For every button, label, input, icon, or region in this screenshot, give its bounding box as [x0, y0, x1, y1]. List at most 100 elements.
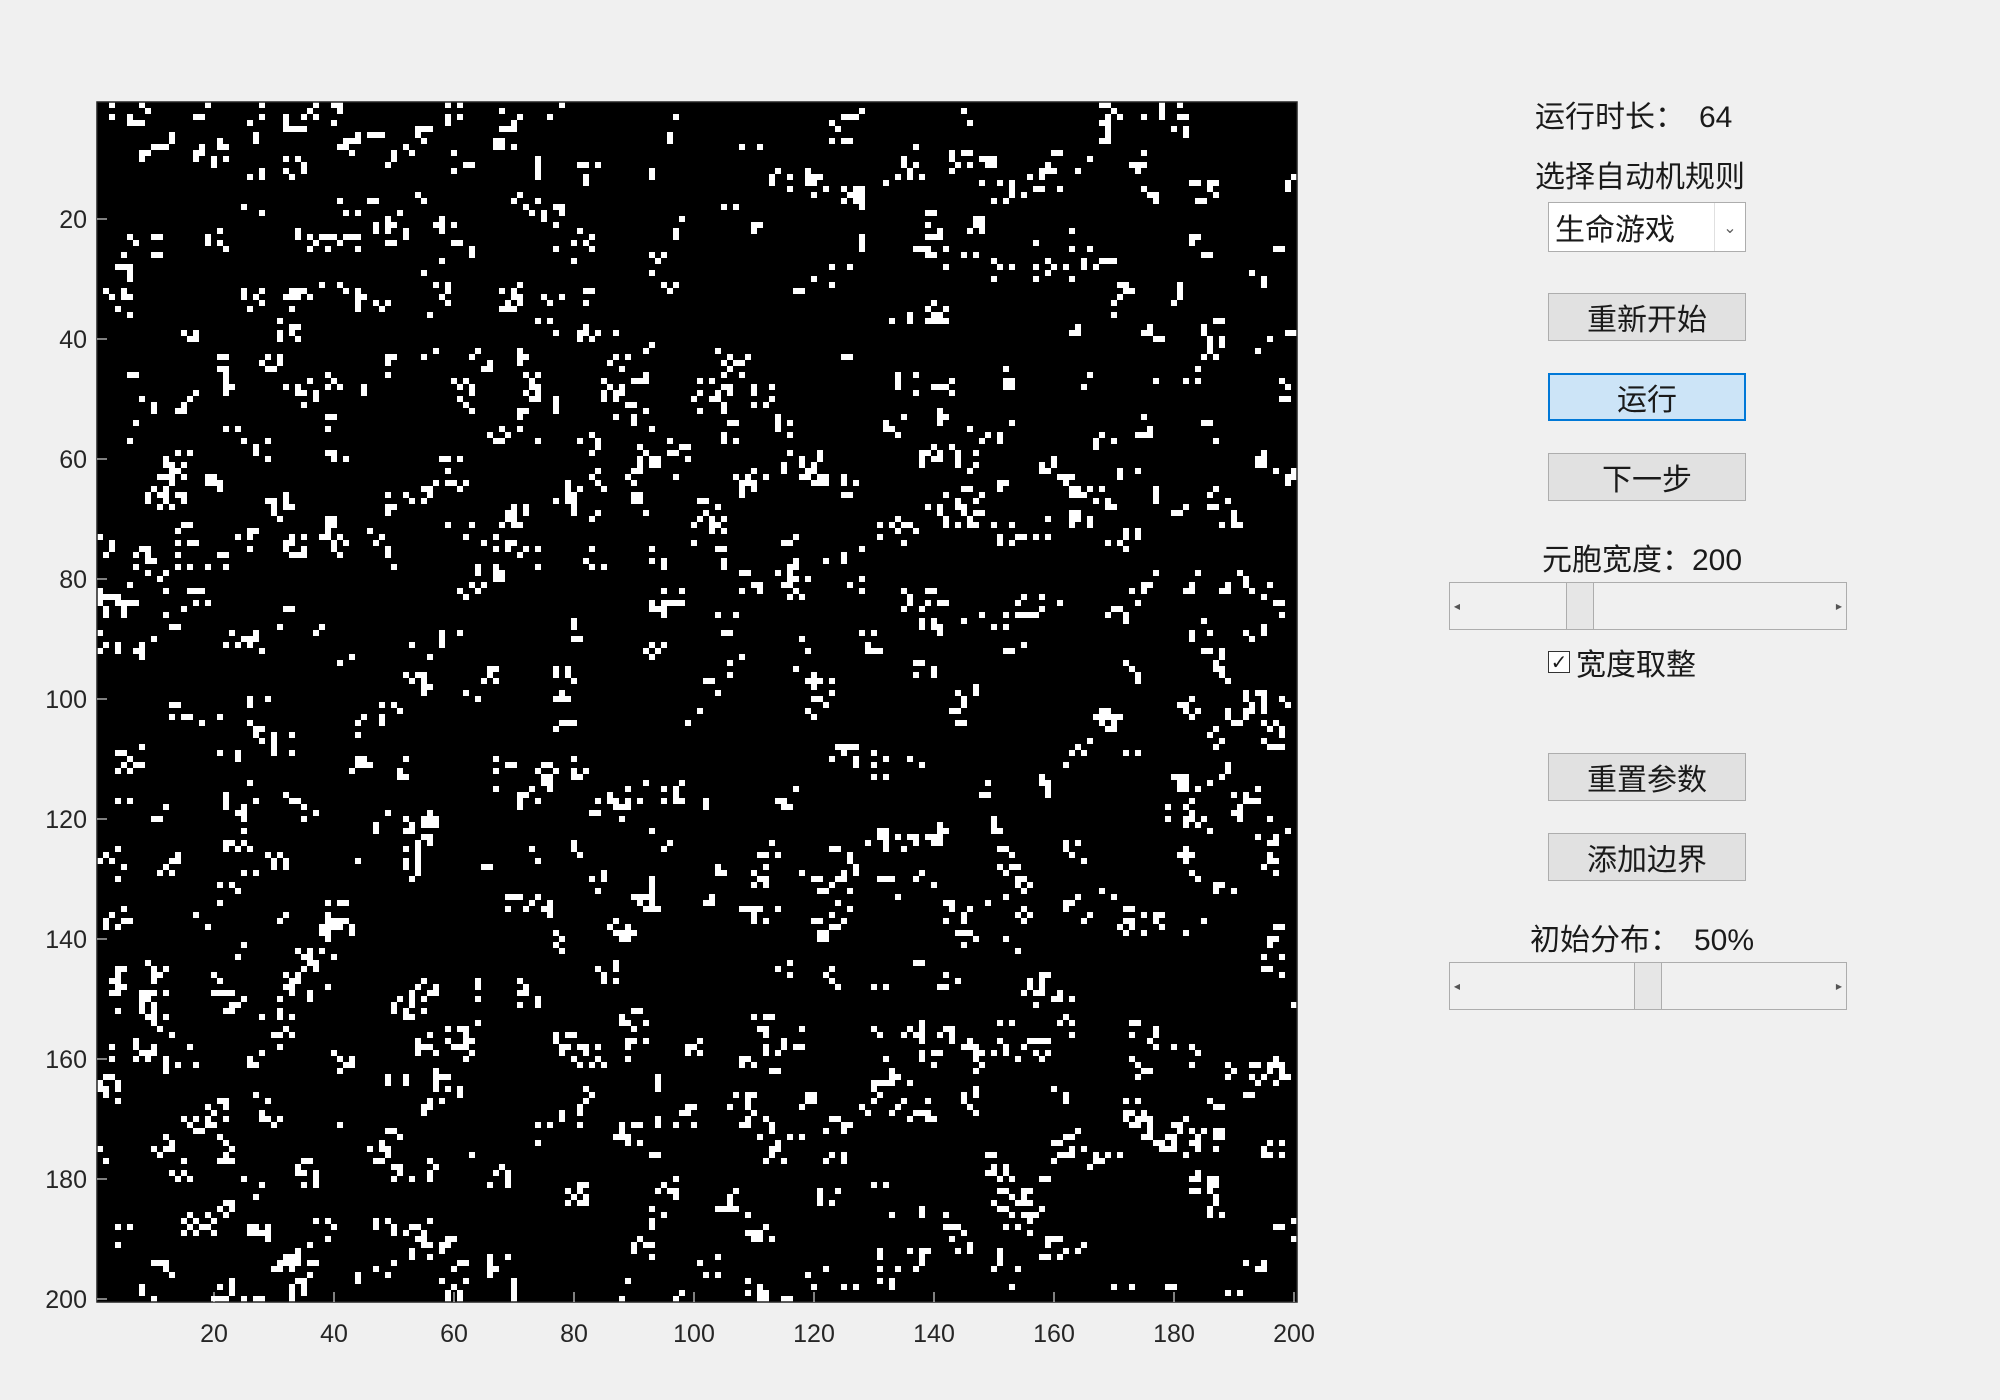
slider-right-arrow-icon[interactable]: ▶ — [1832, 583, 1846, 629]
live-cell — [1069, 510, 1081, 516]
live-cell — [559, 1050, 565, 1056]
live-cell — [505, 894, 523, 900]
live-cell — [1261, 708, 1267, 714]
live-cell — [1015, 876, 1027, 882]
initial-dist-slider[interactable]: ◀ ▶ — [1449, 962, 1847, 1010]
live-cell — [1015, 534, 1027, 540]
live-cell — [181, 606, 187, 612]
live-cell — [649, 174, 655, 180]
live-cell — [631, 480, 637, 486]
live-cell — [325, 1218, 331, 1224]
live-cell — [913, 162, 919, 168]
live-cell — [1171, 510, 1183, 516]
initial-dist-slider-thumb[interactable] — [1634, 963, 1662, 1009]
live-cell — [919, 1038, 925, 1044]
restart-button[interactable]: 重新开始 — [1548, 293, 1746, 341]
live-cell — [169, 870, 175, 876]
live-cell — [1207, 186, 1213, 192]
live-cell — [1141, 1068, 1153, 1074]
live-cell — [349, 930, 355, 936]
live-cell — [193, 1116, 199, 1122]
live-cell — [619, 1128, 625, 1134]
live-cell — [613, 966, 619, 972]
slider-left-arrow-icon[interactable]: ◀ — [1450, 963, 1464, 1009]
live-cell — [643, 348, 649, 354]
round-width-checkbox[interactable]: ✓ 宽度取整 — [1548, 640, 1696, 684]
checkmark-icon[interactable]: ✓ — [1548, 651, 1570, 673]
live-cell — [271, 1266, 283, 1272]
slider-right-arrow-icon[interactable]: ▶ — [1832, 963, 1846, 1009]
live-cell — [643, 1242, 655, 1248]
live-cell — [1177, 702, 1189, 708]
live-cell — [457, 588, 463, 594]
live-cell — [625, 798, 631, 804]
live-cell — [97, 1080, 103, 1086]
live-cell — [301, 1182, 307, 1188]
live-cell — [367, 198, 379, 204]
slider-left-arrow-icon[interactable]: ◀ — [1450, 583, 1464, 629]
live-cell — [553, 246, 559, 252]
live-cell — [451, 222, 457, 228]
live-cell — [325, 522, 337, 528]
live-cell — [109, 858, 115, 864]
live-cell — [1069, 1146, 1075, 1152]
live-cell — [577, 1200, 589, 1206]
live-cell — [1213, 1194, 1219, 1200]
live-cell — [115, 1080, 121, 1086]
live-cell — [559, 1116, 565, 1122]
live-cell — [1057, 474, 1075, 480]
reset-params-button[interactable]: 重置参数 — [1548, 753, 1746, 801]
next-step-button[interactable]: 下一步 — [1548, 453, 1746, 501]
run-button[interactable]: 运行 — [1548, 373, 1746, 421]
cell-width-slider[interactable]: ◀ ▶ — [1449, 582, 1847, 630]
live-cell — [163, 966, 169, 972]
live-cell — [121, 294, 133, 300]
live-cell — [901, 156, 907, 162]
live-cell — [1267, 858, 1279, 864]
live-cell — [259, 1050, 265, 1056]
live-cell — [223, 426, 229, 432]
y-tick-label: 60 — [59, 446, 87, 474]
live-cell — [241, 288, 247, 294]
live-cell — [1075, 1128, 1081, 1134]
live-cell — [451, 168, 457, 174]
live-cell — [1201, 324, 1207, 330]
live-cell — [781, 804, 793, 810]
live-cell — [691, 522, 697, 528]
live-cell — [493, 576, 505, 582]
live-cell — [763, 474, 769, 480]
live-cell — [97, 1086, 109, 1092]
live-cell — [841, 198, 847, 204]
live-cell — [997, 846, 1009, 852]
y-tick-label: 100 — [45, 686, 87, 714]
live-cell — [577, 162, 589, 168]
live-cell — [289, 990, 295, 996]
live-cell — [1105, 498, 1111, 504]
live-cell — [415, 126, 433, 132]
add-border-button[interactable]: 添加边界 — [1548, 833, 1746, 881]
live-cell — [715, 504, 721, 510]
live-cell — [877, 1278, 883, 1284]
rule-dropdown[interactable]: 生命游戏 ⌄ — [1548, 202, 1746, 252]
live-cell — [1063, 1098, 1069, 1104]
live-cell — [445, 468, 451, 474]
live-cell — [1195, 366, 1201, 372]
live-cell — [565, 480, 571, 486]
live-cell — [997, 1038, 1003, 1044]
live-cell — [445, 480, 457, 486]
live-cell — [463, 1056, 469, 1062]
live-cell — [787, 1134, 793, 1140]
live-cell — [217, 366, 229, 372]
live-cell — [1177, 780, 1189, 786]
live-cell — [103, 552, 109, 558]
live-cell — [457, 1092, 463, 1098]
live-cell — [169, 714, 175, 720]
live-cell — [139, 396, 145, 402]
live-cell — [1267, 744, 1285, 750]
live-cell — [505, 1254, 511, 1260]
live-cell — [1147, 1038, 1153, 1044]
live-cell — [385, 300, 391, 306]
cell-width-slider-thumb[interactable] — [1566, 583, 1594, 629]
live-cell — [385, 552, 391, 558]
live-cell — [1201, 648, 1213, 654]
